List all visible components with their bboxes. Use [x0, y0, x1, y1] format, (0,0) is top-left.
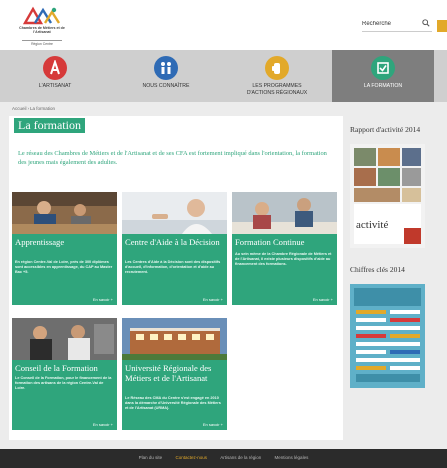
read-more-link[interactable]: En savoir +	[93, 297, 113, 302]
read-more-link[interactable]: En savoir +	[203, 297, 223, 302]
nav-circle	[265, 56, 289, 80]
letter-a-icon	[50, 60, 60, 75]
workshop-photo-image	[12, 192, 117, 234]
search-icon[interactable]	[422, 19, 430, 27]
intro-text: Le réseau des Chambres de Métiers et de …	[18, 150, 327, 166]
read-more-link[interactable]: En savoir +	[203, 422, 223, 427]
read-more-link[interactable]: En savoir +	[93, 422, 113, 427]
chiffres-cover-image	[350, 284, 425, 388]
nav-item-formation[interactable]: LA FORMATION	[332, 50, 434, 102]
cma-logo-icon	[22, 6, 61, 25]
chiffres-cover-link[interactable]	[350, 284, 425, 388]
card-photo	[232, 192, 337, 234]
card-description: Les Centres d'Aide à la Décision sont de…	[125, 260, 221, 274]
card-photo	[12, 192, 117, 234]
main-content: La formation Le réseau des Chambres de M…	[9, 116, 343, 440]
card-title: Formation Continue	[235, 237, 305, 247]
page: Chambres de Métiers et de l'Artisanat Ré…	[0, 0, 447, 468]
nav-label: LA FORMATION	[363, 83, 403, 89]
card-universite-regionale[interactable]: Université Régionale des Métiers et de l…	[122, 318, 227, 430]
card-description: Le Réseau des CMA du Centre s'est engagé…	[125, 396, 221, 410]
page-title: La formation	[14, 118, 85, 133]
book-icon	[377, 62, 389, 74]
nav-circle	[154, 56, 178, 80]
account-tab-button[interactable]	[437, 20, 447, 32]
nav-item-nous-connaitre[interactable]: NOUS CONNAÎTRE	[110, 50, 222, 102]
logo-region: Région Centre	[22, 40, 62, 46]
card-formation-continue[interactable]: Formation Continue Au sein même de la Ch…	[232, 192, 337, 305]
footer-links: Plan du site Contactez-nous Artisans de …	[0, 455, 447, 460]
search-input[interactable]	[362, 19, 418, 29]
breadcrumb-home-link[interactable]: Accueil	[12, 106, 27, 111]
nav-label: LES PROGRAMMES D'ACTIONS RÉGIONAUX	[246, 83, 308, 96]
hand-icon	[272, 63, 280, 74]
report-title: Rapport d'activité 2014	[350, 125, 421, 134]
card-title: Apprentissage	[15, 237, 65, 247]
card-title: Université Régionale des Métiers et de l…	[125, 363, 212, 383]
footer-link-mentions[interactable]: Mentions légales	[275, 455, 309, 460]
site-logo[interactable]: Chambres de Métiers et de l'Artisanat Ré…	[14, 6, 70, 46]
card-apprentissage[interactable]: Apprentissage En région Centre-Val de Lo…	[12, 192, 117, 305]
search-box	[362, 16, 432, 32]
card-centre-aide-decision[interactable]: Centre d'Aide à la Décision Les Centres …	[122, 192, 227, 305]
site-footer: Plan du site Contactez-nous Artisans de …	[0, 449, 447, 468]
report-cover-link[interactable]	[350, 144, 425, 248]
mechanics-photo-image	[12, 318, 117, 360]
nav-item-artisanat[interactable]: L'ARTISANAT	[0, 50, 110, 102]
building-photo-image	[122, 318, 227, 360]
card-conseil-formation[interactable]: Conseil de la Formation Le Conseil de la…	[12, 318, 117, 430]
breadcrumb-current: La formation	[30, 106, 56, 111]
phone-call-photo-image	[122, 192, 227, 234]
classroom-photo-image	[232, 192, 337, 234]
nav-circle	[371, 56, 395, 80]
card-description: En région Centre-Val de Loire, près de 3…	[15, 260, 113, 274]
breadcrumb: Accueil›La formation	[12, 106, 56, 111]
card-photo	[12, 318, 117, 360]
main-nav: L'ARTISANAT NOUS CONNAÎTRE LES PROGRAMME…	[0, 50, 447, 102]
card-description: Au sein même de la Chambre Régionale de …	[235, 252, 332, 266]
logo-title: Chambres de Métiers et de l'Artisanat	[19, 26, 65, 35]
footer-link-contact[interactable]: Contactez-nous	[175, 455, 207, 460]
chiffres-title: Chiffres clés 2014	[350, 265, 405, 274]
footer-link-plan[interactable]: Plan du site	[139, 455, 163, 460]
nav-circle	[43, 56, 67, 80]
card-photo	[122, 192, 227, 234]
nav-label: NOUS CONNAÎTRE	[142, 83, 190, 89]
site-header: Chambres de Métiers et de l'Artisanat Ré…	[0, 0, 447, 50]
card-description: Le Conseil de la Formation, pour le fina…	[15, 376, 112, 390]
nav-item-programmes[interactable]: LES PROGRAMMES D'ACTIONS RÉGIONAUX	[222, 50, 332, 102]
footer-link-artisans[interactable]: Artisans de la région	[220, 455, 261, 460]
report-cover-image	[350, 144, 425, 248]
card-title: Centre d'Aide à la Décision	[125, 237, 220, 247]
card-photo	[122, 318, 227, 360]
people-icon	[161, 62, 171, 74]
card-title: Conseil de la Formation	[15, 363, 98, 373]
nav-label: L'ARTISANAT	[38, 83, 72, 89]
report-cover-word: activité	[356, 219, 389, 231]
read-more-link[interactable]: En savoir +	[313, 297, 333, 302]
